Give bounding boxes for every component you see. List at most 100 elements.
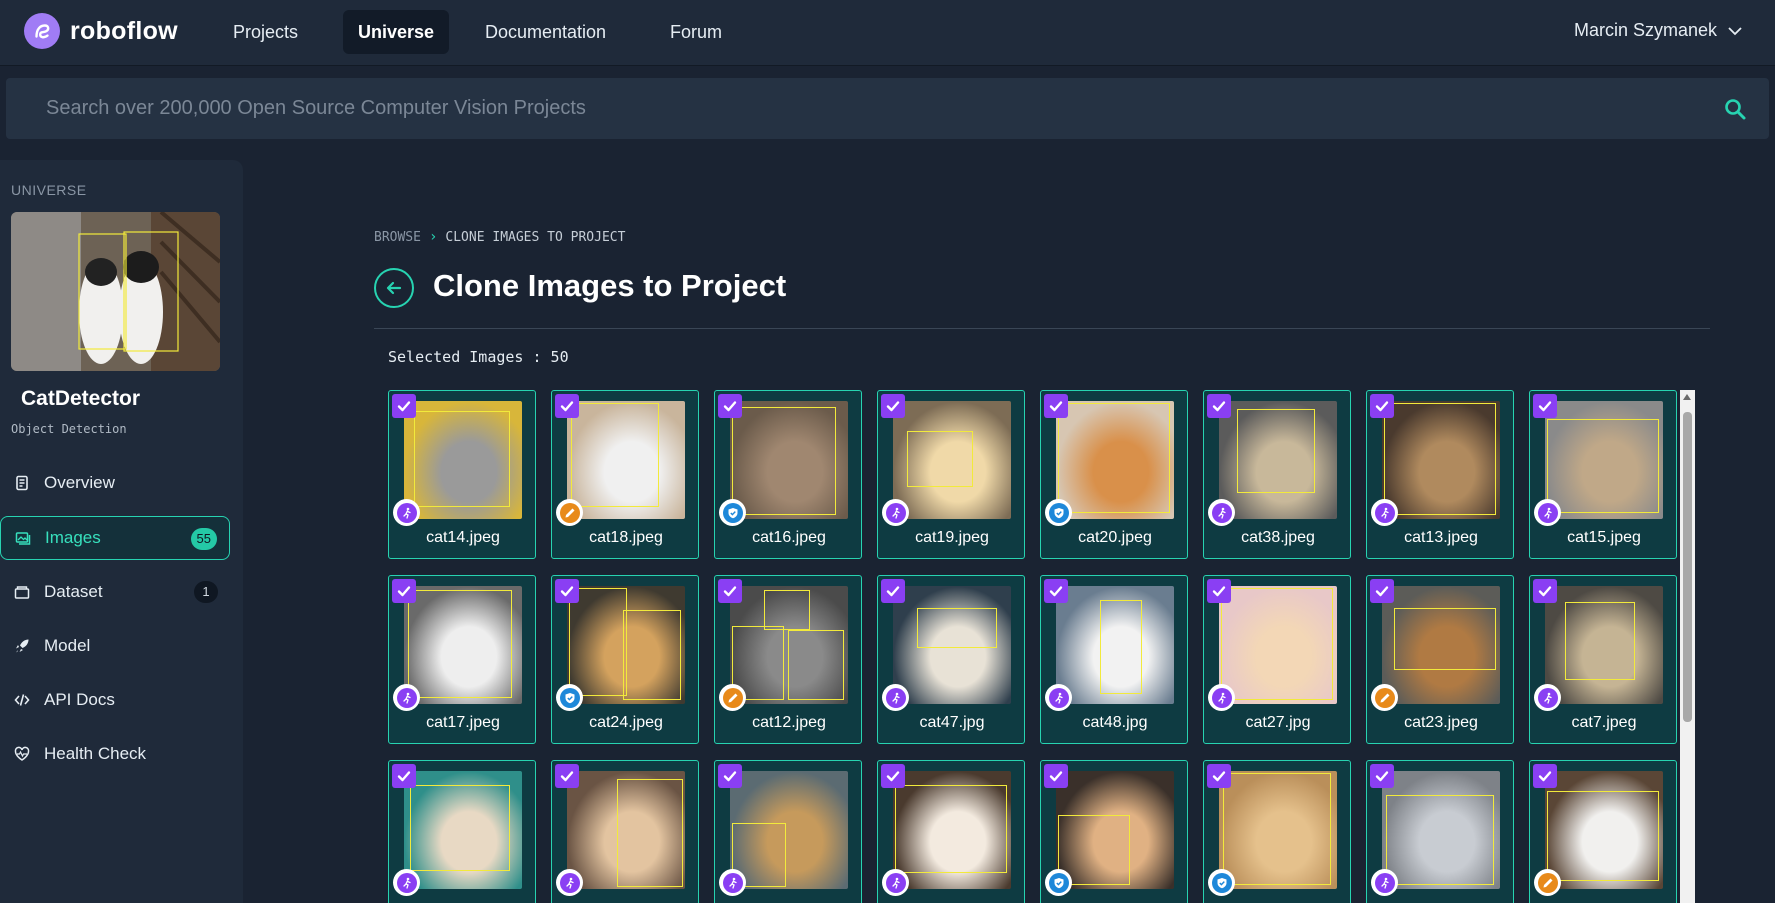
- nav-documentation[interactable]: Documentation: [470, 10, 621, 54]
- running-figure-icon: [1211, 502, 1232, 523]
- checkbox-checked[interactable]: [881, 764, 905, 788]
- nav-forum[interactable]: Forum: [655, 10, 737, 54]
- checkbox-checked[interactable]: [555, 394, 579, 418]
- rocket-icon: [16, 639, 29, 653]
- checkbox-checked[interactable]: [1533, 579, 1557, 603]
- checkbox-checked[interactable]: [1370, 579, 1394, 603]
- grid-scrollbar[interactable]: [1680, 390, 1695, 903]
- image-card[interactable]: [1366, 760, 1514, 903]
- breadcrumb-browse[interactable]: BROWSE: [374, 230, 421, 245]
- image-card[interactable]: cat14.jpeg: [388, 390, 536, 559]
- image-card[interactable]: cat38.jpeg: [1203, 390, 1351, 559]
- checkbox-checked[interactable]: [1533, 764, 1557, 788]
- checkbox-checked[interactable]: [1370, 764, 1394, 788]
- image-card[interactable]: cat17.jpeg: [388, 575, 536, 744]
- search-icon[interactable]: [1723, 97, 1747, 121]
- image-status-badge: [882, 869, 909, 896]
- checkbox-checked[interactable]: [1207, 579, 1231, 603]
- image-filename: cat47.jpg: [919, 714, 985, 731]
- image-thumbnail: [730, 771, 848, 889]
- breadcrumb: BROWSE › CLONE IMAGES TO PROJECT: [374, 229, 625, 245]
- image-grid-viewport[interactable]: cat14.jpeg cat18.jpeg cat16.jpeg cat19.jpeg…: [388, 390, 1696, 903]
- checkbox-checked[interactable]: [1533, 394, 1557, 418]
- roboflow-logo[interactable]: roboflow: [24, 13, 178, 49]
- image-card[interactable]: cat20.jpeg: [1040, 390, 1188, 559]
- image-card[interactable]: [1529, 760, 1677, 903]
- checkbox-checked[interactable]: [1207, 394, 1231, 418]
- image-status-badge: [882, 684, 909, 711]
- image-card[interactable]: cat24.jpeg: [551, 575, 699, 744]
- sidebar-item-label: Images: [45, 528, 101, 547]
- checkbox-checked[interactable]: [1044, 579, 1068, 603]
- image-card[interactable]: cat27.jpg: [1203, 575, 1351, 744]
- image-thumbnail: [404, 771, 522, 889]
- image-status-badge: [719, 684, 746, 711]
- image-card[interactable]: cat15.jpeg: [1529, 390, 1677, 559]
- scroll-thumb[interactable]: [1683, 412, 1692, 722]
- checkbox-checked[interactable]: [1044, 764, 1068, 788]
- image-card[interactable]: cat7.jpeg: [1529, 575, 1677, 744]
- sidebar-item-dataset[interactable]: Dataset 1: [0, 570, 230, 614]
- image-status-badge: [393, 684, 420, 711]
- pencil-icon: [559, 502, 580, 523]
- checkbox-checked[interactable]: [1044, 394, 1068, 418]
- checkbox-checked[interactable]: [555, 579, 579, 603]
- nav-universe[interactable]: Universe: [343, 10, 450, 54]
- image-card[interactable]: cat23.jpeg: [1366, 575, 1514, 744]
- search-input[interactable]: [6, 78, 1696, 139]
- checkmark-icon: [1538, 586, 1552, 597]
- user-name: Marcin Szymanek: [1573, 20, 1717, 40]
- image-card[interactable]: cat47.jpg: [877, 575, 1025, 744]
- checkbox-checked[interactable]: [1370, 394, 1394, 418]
- checkmark-icon: [560, 771, 574, 782]
- sidebar-item-api-docs[interactable]: API Docs: [0, 678, 230, 722]
- bounding-box: [1384, 403, 1496, 515]
- image-card[interactable]: [714, 760, 862, 903]
- checkbox-checked[interactable]: [392, 579, 416, 603]
- scroll-up-arrow[interactable]: [1683, 394, 1691, 400]
- checkbox-checked[interactable]: [718, 764, 742, 788]
- sidebar-item-model[interactable]: Model: [0, 624, 230, 668]
- bounding-box: [1223, 773, 1331, 885]
- checkbox-checked[interactable]: [881, 394, 905, 418]
- nav-projects[interactable]: Projects: [218, 10, 313, 54]
- checkbox-checked[interactable]: [555, 764, 579, 788]
- image-card[interactable]: cat18.jpeg: [551, 390, 699, 559]
- image-card[interactable]: [877, 760, 1025, 903]
- image-card[interactable]: cat48.jpg: [1040, 575, 1188, 744]
- image-card[interactable]: cat12.jpeg: [714, 575, 862, 744]
- image-thumbnail: [1545, 401, 1663, 519]
- image-card[interactable]: [551, 760, 699, 903]
- checkbox-checked[interactable]: [881, 579, 905, 603]
- images-count-badge: 55: [190, 528, 217, 550]
- back-button[interactable]: [374, 268, 414, 308]
- checkmark-icon: [397, 771, 411, 782]
- sidebar-item-health-check[interactable]: Health Check: [0, 732, 230, 776]
- checkbox-checked[interactable]: [718, 394, 742, 418]
- image-card[interactable]: [1203, 760, 1351, 903]
- pencil-icon: [1537, 872, 1558, 893]
- sidebar-item-images[interactable]: Images 55: [0, 516, 230, 560]
- image-thumbnail: [1056, 586, 1174, 704]
- arrow-left-icon: [386, 281, 402, 295]
- image-card[interactable]: [1040, 760, 1188, 903]
- bounding-box: [788, 630, 844, 700]
- checkbox-checked[interactable]: [392, 764, 416, 788]
- sidebar-item-overview[interactable]: Overview: [0, 461, 230, 505]
- running-figure-icon: [559, 872, 580, 893]
- image-card[interactable]: cat13.jpeg: [1366, 390, 1514, 559]
- image-card[interactable]: cat19.jpeg: [877, 390, 1025, 559]
- running-figure-icon: [1211, 687, 1232, 708]
- checkbox-checked[interactable]: [392, 394, 416, 418]
- image-filename: cat18.jpeg: [589, 529, 663, 546]
- checkbox-checked[interactable]: [718, 579, 742, 603]
- checkbox-checked[interactable]: [1207, 764, 1231, 788]
- image-thumbnail: [1056, 401, 1174, 519]
- user-menu[interactable]: Marcin Szymanek: [1574, 20, 1743, 41]
- image-card[interactable]: [388, 760, 536, 903]
- bounding-box: [571, 403, 659, 507]
- image-thumbnail: [404, 586, 522, 704]
- image-card[interactable]: cat16.jpeg: [714, 390, 862, 559]
- pencil-icon: [1374, 687, 1395, 708]
- image-status-badge: [393, 869, 420, 896]
